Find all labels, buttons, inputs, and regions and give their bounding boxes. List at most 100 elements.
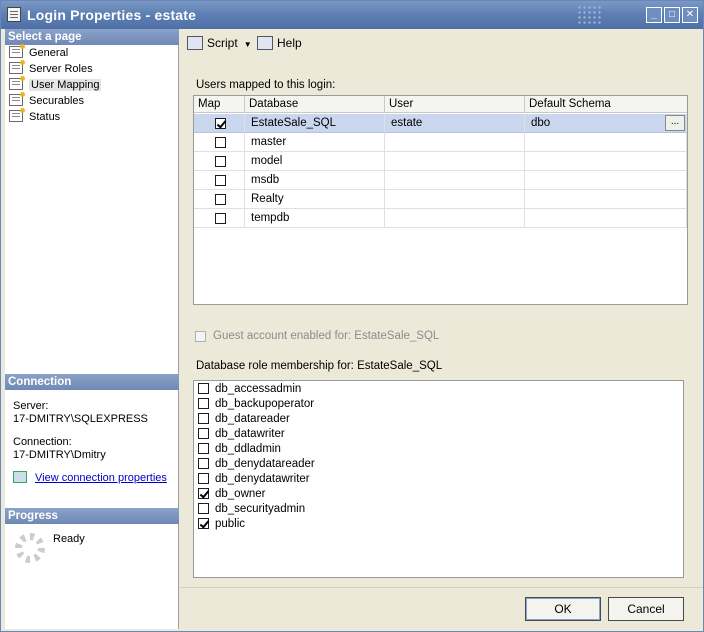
- map-cell: [194, 190, 245, 209]
- connection-label: Connection:: [13, 436, 72, 448]
- minimize-button[interactable]: _: [646, 7, 662, 23]
- guest-account-label: Guest account enabled for: EstateSale_SQ…: [213, 330, 440, 342]
- map-cell: [194, 114, 245, 133]
- table-row[interactable]: Realty: [194, 190, 687, 209]
- sidebar-item-securables[interactable]: Securables: [9, 92, 84, 109]
- left-pane: Select a page General Server Roles User …: [5, 29, 179, 629]
- user-cell[interactable]: [385, 152, 525, 171]
- column-header-user[interactable]: User: [385, 96, 525, 113]
- list-item[interactable]: db_denydatareader: [198, 457, 315, 472]
- schema-cell[interactable]: [525, 133, 687, 152]
- map-cell: [194, 209, 245, 228]
- user-cell[interactable]: [385, 209, 525, 228]
- role-checkbox[interactable]: [198, 398, 209, 409]
- page-icon: [9, 108, 25, 122]
- role-checkbox[interactable]: [198, 503, 209, 514]
- role-checkbox[interactable]: [198, 428, 209, 439]
- map-checkbox[interactable]: [215, 213, 226, 224]
- title-bar[interactable]: Login Properties - estate _ □ ✕: [1, 1, 703, 29]
- role-checkbox[interactable]: [198, 383, 209, 394]
- table-row[interactable]: tempdb: [194, 209, 687, 228]
- script-button[interactable]: Script ▼: [187, 36, 252, 52]
- list-item[interactable]: db_owner: [198, 487, 266, 502]
- map-checkbox[interactable]: [215, 137, 226, 148]
- role-checkbox[interactable]: [198, 413, 209, 424]
- list-item[interactable]: db_securityadmin: [198, 502, 305, 517]
- role-label: db_ddladmin: [215, 443, 281, 455]
- schema-cell[interactable]: [525, 190, 687, 209]
- role-checkbox[interactable]: [198, 518, 209, 529]
- page-icon: [9, 92, 25, 106]
- sidebar-item-label: User Mapping: [29, 79, 102, 91]
- column-header-database[interactable]: Database: [245, 96, 385, 113]
- page-icon: [9, 44, 25, 58]
- schema-cell[interactable]: [525, 171, 687, 190]
- sidebar-item-label: Status: [29, 111, 61, 123]
- user-cell[interactable]: [385, 133, 525, 152]
- list-item[interactable]: db_datareader: [198, 412, 290, 427]
- user-cell[interactable]: [385, 171, 525, 190]
- role-membership-label: Database role membership for: EstateSale…: [196, 360, 443, 372]
- column-header-default-schema[interactable]: Default Schema: [525, 96, 687, 113]
- sidebar-item-status[interactable]: Status: [9, 108, 61, 125]
- schema-browse-button[interactable]: ...: [665, 115, 685, 131]
- role-checkbox[interactable]: [198, 473, 209, 484]
- user-mapping-grid[interactable]: Map Database User Default Schema EstateS…: [193, 95, 688, 305]
- select-page-header: Select a page: [5, 29, 179, 45]
- role-checkbox[interactable]: [198, 488, 209, 499]
- database-cell: master: [245, 133, 385, 152]
- sidebar-item-general[interactable]: General: [9, 44, 68, 61]
- map-checkbox[interactable]: [215, 118, 226, 129]
- table-row[interactable]: model: [194, 152, 687, 171]
- main-panel: Users mapped to this login: Map Database…: [179, 57, 703, 587]
- user-cell[interactable]: estate: [385, 114, 525, 133]
- schema-cell[interactable]: [525, 152, 687, 171]
- map-cell: [194, 152, 245, 171]
- database-cell: tempdb: [245, 209, 385, 228]
- progress-spinner-icon: [15, 533, 45, 563]
- connection-properties-icon: [13, 471, 27, 483]
- table-row[interactable]: EstateSale_SQL estate dbo ...: [194, 114, 687, 133]
- role-label: db_denydatawriter: [215, 473, 310, 485]
- table-row[interactable]: msdb: [194, 171, 687, 190]
- map-checkbox[interactable]: [215, 194, 226, 205]
- list-item[interactable]: db_backupoperator: [198, 397, 314, 412]
- sidebar-item-label: Server Roles: [29, 63, 93, 75]
- ok-button[interactable]: OK: [525, 597, 601, 621]
- schema-cell[interactable]: dbo: [525, 114, 687, 133]
- role-membership-list[interactable]: db_accessadmin db_backupoperator db_data…: [193, 380, 684, 578]
- role-label: db_datawriter: [215, 428, 285, 440]
- sidebar-item-user-mapping[interactable]: User Mapping: [9, 76, 102, 93]
- cancel-button[interactable]: Cancel: [608, 597, 684, 621]
- guest-checkbox-box[interactable]: [195, 331, 206, 342]
- list-item[interactable]: db_denydatawriter: [198, 472, 310, 487]
- dropdown-arrow-icon[interactable]: ▼: [244, 38, 252, 52]
- role-checkbox[interactable]: [198, 458, 209, 469]
- database-cell: model: [245, 152, 385, 171]
- role-label: db_backupoperator: [215, 398, 315, 410]
- progress-status: Ready: [53, 533, 85, 545]
- map-checkbox[interactable]: [215, 175, 226, 186]
- database-cell: EstateSale_SQL: [245, 114, 385, 133]
- table-row[interactable]: master: [194, 133, 687, 152]
- map-checkbox[interactable]: [215, 156, 226, 167]
- view-connection-properties-link[interactable]: View connection properties: [35, 472, 167, 484]
- role-checkbox[interactable]: [198, 443, 209, 454]
- maximize-button[interactable]: □: [664, 7, 680, 23]
- list-item[interactable]: db_datawriter: [198, 427, 285, 442]
- user-cell[interactable]: [385, 190, 525, 209]
- sidebar-item-server-roles[interactable]: Server Roles: [9, 60, 93, 77]
- view-connection-properties[interactable]: View connection properties: [13, 471, 167, 485]
- help-button[interactable]: Help: [257, 36, 302, 52]
- window-title: Login Properties - estate: [27, 7, 197, 23]
- map-cell: [194, 133, 245, 152]
- connection-value: 17-DMITRY\Dmitry: [13, 449, 106, 461]
- close-button[interactable]: ✕: [682, 7, 698, 23]
- list-item[interactable]: public: [198, 517, 245, 532]
- column-header-map[interactable]: Map: [194, 96, 245, 113]
- schema-cell[interactable]: [525, 209, 687, 228]
- toolbar: Script ▼ Help: [179, 29, 703, 57]
- list-item[interactable]: db_ddladmin: [198, 442, 281, 457]
- server-label: Server:: [13, 400, 49, 412]
- list-item[interactable]: db_accessadmin: [198, 382, 301, 397]
